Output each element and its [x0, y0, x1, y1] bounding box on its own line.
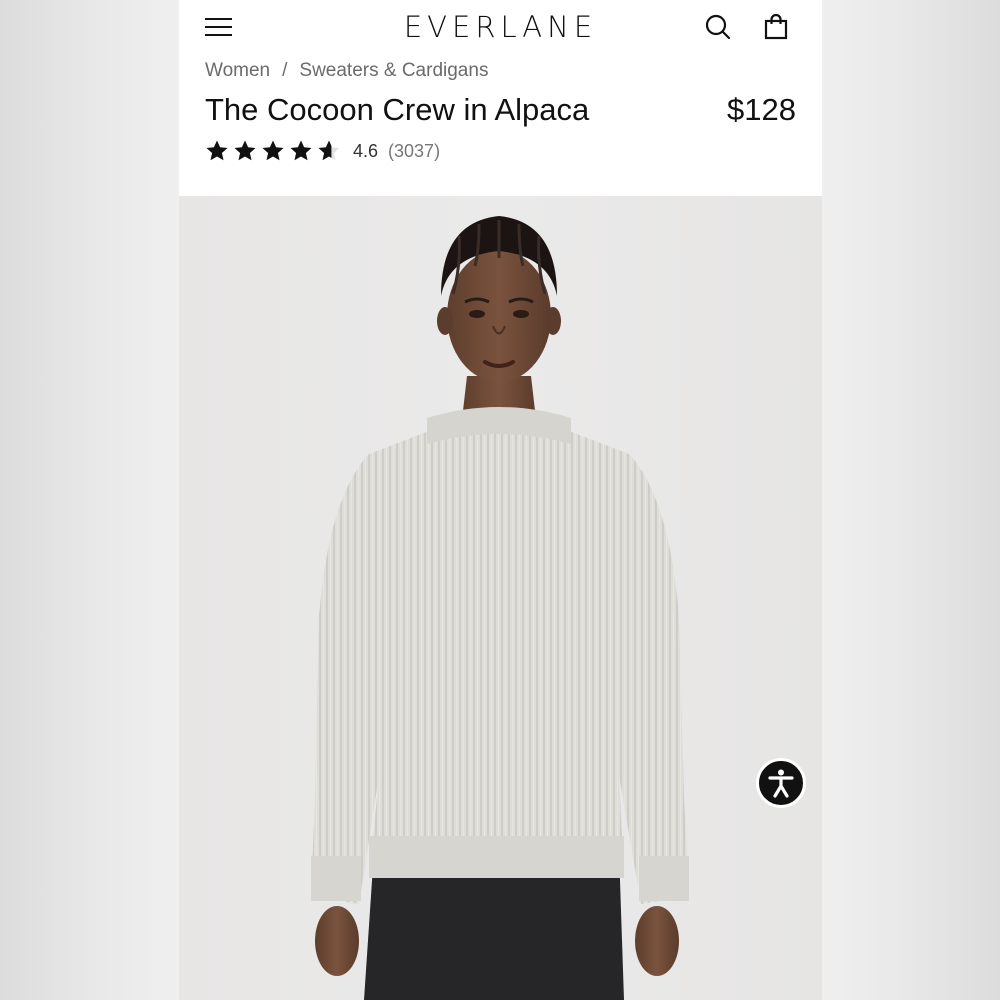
product-title: The Cocoon Crew in Alpaca: [205, 92, 590, 127]
rating-stars: [205, 139, 341, 163]
review-count[interactable]: (3037): [388, 141, 440, 162]
search-icon[interactable]: [703, 12, 733, 42]
breadcrumb-separator: /: [282, 60, 288, 81]
top-navigation-bar: EVERLANE: [179, 0, 822, 56]
star-icon: [262, 140, 284, 161]
product-rating[interactable]: 4.6 (3037): [205, 138, 440, 164]
shopping-bag-icon[interactable]: [761, 12, 791, 42]
product-page: EVERLANE Women / Sweaters & Cardigans The …: [179, 0, 822, 1000]
rating-value: 4.6: [353, 140, 379, 161]
model-photo: [311, 216, 689, 1000]
star-icon: [234, 140, 256, 161]
star-icon: [206, 140, 228, 161]
breadcrumb-item-women[interactable]: Women: [205, 60, 270, 81]
breadcrumb: Women / Sweaters & Cardigans: [205, 60, 488, 82]
breadcrumb-item-sweaters-cardigans[interactable]: Sweaters & Cardigans: [299, 60, 488, 81]
star-icon: [290, 140, 312, 161]
product-price: $128: [727, 92, 796, 127]
product-image[interactable]: [179, 196, 822, 1000]
accessibility-button[interactable]: [756, 758, 806, 808]
accessibility-icon: [768, 769, 794, 798]
star-icon: [318, 140, 340, 161]
